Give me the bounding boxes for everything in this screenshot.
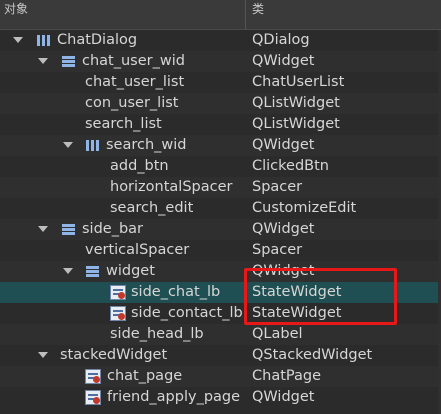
tree-item-class: QLabel: [252, 326, 303, 342]
chevron-down-icon[interactable]: [63, 268, 73, 274]
tree-item-class: CustomizeEdit: [252, 200, 357, 216]
chevron-down-icon[interactable]: [38, 352, 48, 358]
tree-row[interactable]: side_head_lb QLabel: [0, 324, 441, 345]
tree-item-label: side_head_lb: [110, 326, 204, 342]
tree-row[interactable]: stackedWidget QStackedWidget: [0, 345, 441, 366]
tree-item-label: stackedWidget: [60, 347, 168, 363]
tree-item-label: widget: [106, 263, 155, 279]
widget-icon: [110, 306, 126, 321]
tree-item-label: ChatDialog: [57, 32, 138, 48]
tree-row[interactable]: chat_user_list ChatUserList: [0, 72, 441, 93]
tree-item-class: ClickedBtn: [252, 158, 329, 174]
tree-item-label: add_btn: [110, 158, 169, 174]
tree-item-class: QStackedWidget: [252, 347, 373, 363]
tree-item-class: ChatUserList: [252, 74, 345, 90]
tree-row[interactable]: side_bar QWidget: [0, 219, 441, 240]
horizontal-layout-icon: [85, 138, 101, 153]
tree-row[interactable]: chat_page ChatPage: [0, 366, 441, 387]
chevron-down-icon[interactable]: [38, 226, 48, 232]
tree-item-label: search_wid: [106, 137, 187, 153]
widget-icon: [110, 285, 126, 300]
tree-item-class: QWidget: [252, 53, 315, 69]
horizontal-layout-icon: [36, 33, 52, 48]
tree-item-class: QListWidget: [252, 116, 340, 132]
tree-row[interactable]: horizontalSpacer Spacer: [0, 177, 441, 198]
column-header-object[interactable]: 对象: [0, 0, 246, 29]
vertical-layout-icon: [61, 54, 77, 69]
vertical-layout-icon: [61, 222, 77, 237]
tree-row[interactable]: search_list QListWidget: [0, 114, 441, 135]
column-header-class[interactable]: 类: [246, 0, 441, 29]
widget-icon: [85, 390, 101, 405]
tree-row[interactable]: friend_apply_page QWidget: [0, 387, 441, 408]
tree-item-class: QListWidget: [252, 95, 340, 111]
tree-item-label: side_contact_lb: [131, 305, 243, 321]
widget-icon: [85, 369, 101, 384]
tree-item-class: QWidget: [252, 389, 315, 405]
tree-item-class: QWidget: [252, 221, 315, 237]
tree-item-label: search_edit: [110, 200, 194, 216]
tree-item-class: Spacer: [252, 242, 303, 258]
tree-item-label: search_list: [85, 116, 162, 132]
tree-item-label: chat_user_list: [85, 74, 185, 90]
annotation-highlight-box: [244, 268, 397, 325]
tree-row[interactable]: con_user_list QListWidget: [0, 93, 441, 114]
tree-item-label: chat_user_wid: [82, 53, 185, 69]
tree-item-label: chat_page: [107, 368, 183, 384]
tree-item-class: QWidget: [252, 137, 315, 153]
tree-item-class: Spacer: [252, 179, 303, 195]
tree-row[interactable]: add_btn ClickedBtn: [0, 156, 441, 177]
tree-item-label: horizontalSpacer: [110, 179, 233, 195]
tree-row[interactable]: search_wid QWidget: [0, 135, 441, 156]
tree-item-class: ChatPage: [252, 368, 321, 384]
chevron-down-icon[interactable]: [63, 142, 73, 148]
tree-item-class: QDialog: [252, 32, 310, 48]
tree-item-label: side_chat_lb: [131, 284, 221, 300]
tree-row[interactable]: verticalSpacer Spacer: [0, 240, 441, 261]
vertical-layout-icon: [85, 264, 101, 279]
tree-item-label: side_bar: [82, 221, 144, 237]
tree-row[interactable]: search_edit CustomizeEdit: [0, 198, 441, 219]
chevron-down-icon[interactable]: [13, 37, 23, 43]
tree-item-label: con_user_list: [85, 95, 179, 111]
chevron-down-icon[interactable]: [38, 58, 48, 64]
tree-item-label: verticalSpacer: [85, 242, 190, 258]
tree-header: 对象 类: [0, 0, 441, 30]
tree-row[interactable]: chat_user_wid QWidget: [0, 51, 441, 72]
tree-row[interactable]: ChatDialog QDialog: [0, 30, 441, 51]
tree-item-label: friend_apply_page: [107, 389, 241, 405]
